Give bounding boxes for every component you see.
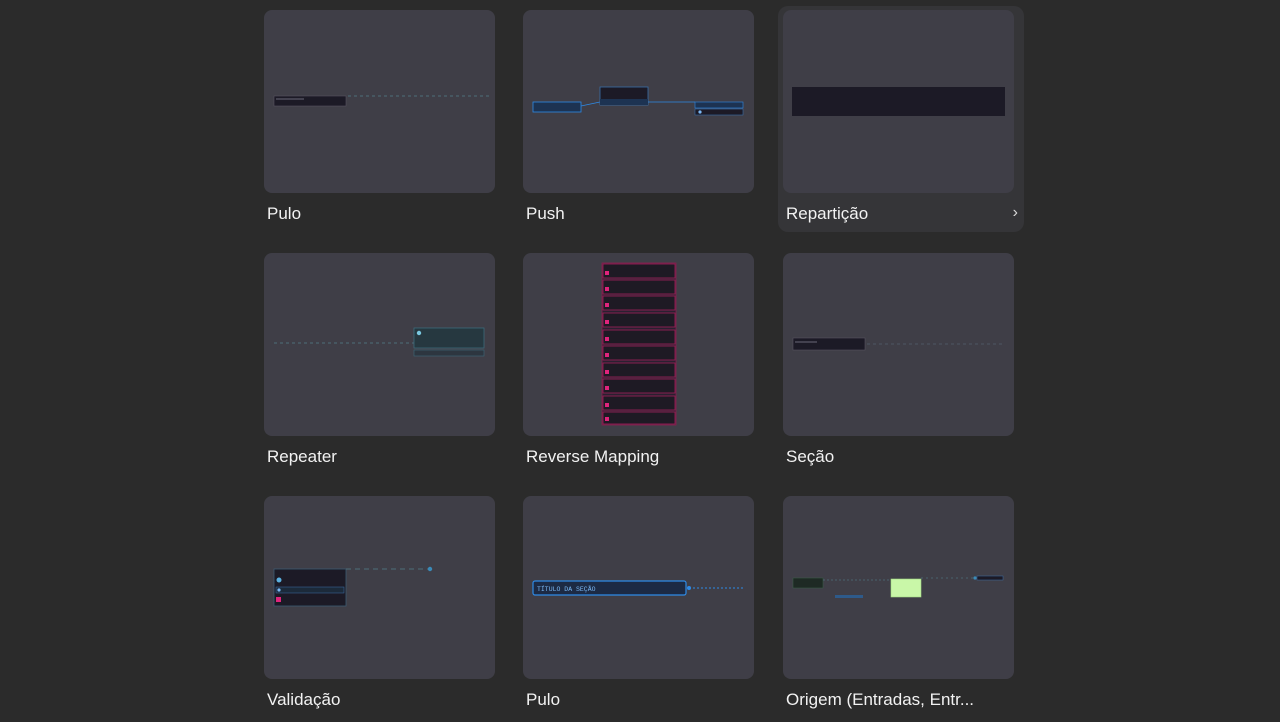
jump-node-title: TÍTULO DA SEÇÃO (537, 585, 596, 593)
template-card-pulo[interactable]: Pulo (264, 10, 510, 236)
template-thumbnail (264, 10, 495, 193)
template-card-push[interactable]: Push (523, 10, 769, 236)
flow-preview (532, 86, 744, 116)
template-thumbnail (783, 496, 1014, 679)
template-card-reparticao[interactable]: Repartição › (778, 6, 1024, 232)
flow-preview (601, 262, 677, 426)
template-card-origem[interactable]: Origem (Entradas, Entr... (783, 496, 1029, 722)
template-label: Repeater (267, 447, 337, 466)
template-thumbnail (523, 253, 754, 436)
template-label: Repartição (786, 204, 869, 223)
template-thumbnail (523, 10, 754, 193)
template-label: Validação (267, 690, 341, 709)
template-thumbnail: TÍTULO DA SEÇÃO (523, 496, 754, 679)
template-thumbnail (783, 10, 1014, 193)
flow-preview (273, 95, 489, 107)
template-grid: Pulo Push Repartição › Repeater Reverse … (0, 0, 1280, 720)
flow-preview (792, 575, 1004, 598)
flow-preview (792, 87, 1005, 116)
template-label: Push (526, 204, 565, 223)
template-label: Reverse Mapping (526, 447, 660, 466)
template-thumbnail (264, 253, 495, 436)
template-card-secao[interactable]: Seção (783, 253, 1029, 479)
template-thumbnail (264, 496, 495, 679)
chevron-right-icon: › (1012, 204, 1018, 221)
flow-preview (273, 566, 433, 607)
template-label: Origem (Entradas, Entr... (786, 690, 975, 709)
template-card-validacao[interactable]: Validação (264, 496, 510, 722)
template-card-repeater[interactable]: Repeater (264, 253, 510, 479)
template-label: Seção (786, 447, 835, 466)
flow-preview (274, 327, 485, 357)
template-card-reverse-mapping[interactable]: Reverse Mapping (523, 253, 769, 479)
flow-preview (792, 337, 1003, 351)
template-label: Pulo (526, 690, 561, 709)
flow-preview: TÍTULO DA SEÇÃO (532, 580, 745, 596)
template-thumbnail (783, 253, 1014, 436)
template-label: Pulo (267, 204, 302, 223)
template-card-pulo-2[interactable]: TÍTULO DA SEÇÃO Pulo (523, 496, 769, 722)
